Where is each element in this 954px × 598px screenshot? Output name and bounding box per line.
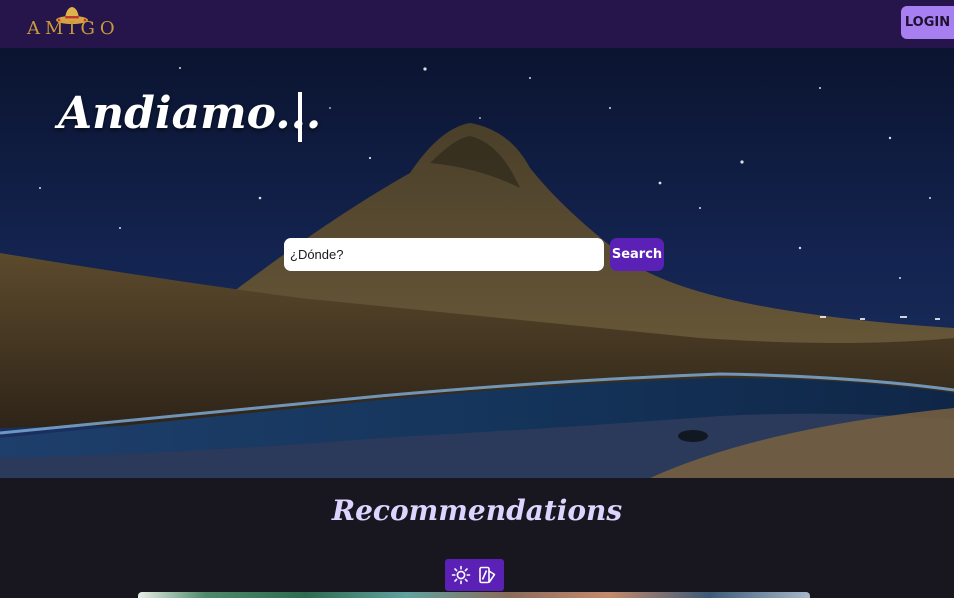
typing-caret <box>298 92 302 142</box>
search-button[interactable]: Search <box>610 238 664 271</box>
recommendations-heading: Recommendations <box>331 494 623 527</box>
recommendation-card-preview[interactable] <box>138 592 810 598</box>
light-mode-button[interactable] <box>450 564 472 586</box>
logo-text: AMIGO <box>27 18 120 39</box>
amigo-logo[interactable]: AMIGO <box>27 4 137 44</box>
hero-title: Andiamo... <box>58 88 322 139</box>
contrast-icon <box>479 566 496 584</box>
contrast-button[interactable] <box>476 564 498 586</box>
login-button[interactable]: LOGIN <box>901 6 954 39</box>
search-input[interactable] <box>284 238 604 271</box>
theme-toolbar <box>445 559 504 591</box>
sun-icon <box>451 565 471 585</box>
hero-section: Andiamo... Search <box>0 48 954 478</box>
top-navbar: AMIGO LOGIN <box>0 0 954 48</box>
